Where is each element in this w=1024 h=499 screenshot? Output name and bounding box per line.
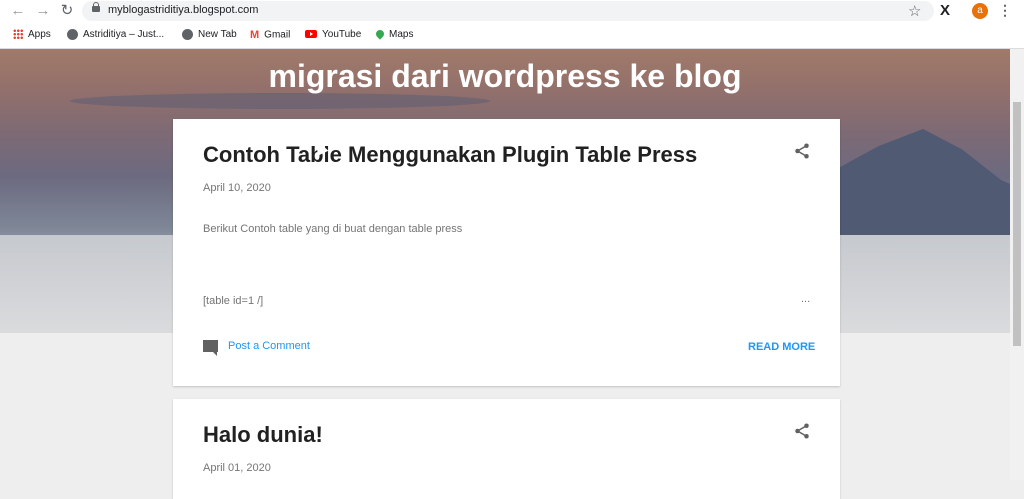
comment-label: Post a Comment — [228, 340, 310, 352]
post-shortcode: [table id=1 /] — [203, 295, 264, 307]
bookmark-label: Astriditiya – Just... — [83, 29, 165, 40]
share-icon[interactable] — [793, 422, 811, 440]
address-bar[interactable]: myblogastriditiya.blogspot.com — [82, 1, 934, 21]
reload-icon[interactable]: ↻ — [59, 3, 75, 19]
globe-icon — [182, 28, 193, 40]
bookmark-maps[interactable]: Maps — [374, 28, 414, 42]
blog-title[interactable]: migrasi dari wordpress ke blog — [0, 58, 1010, 95]
comment-icon — [203, 340, 218, 357]
scrollbar-thumb[interactable] — [1013, 102, 1021, 346]
browser-toolbar: ← → ↻ myblogastriditiya.blogspot.com ☆ X… — [0, 0, 1024, 22]
youtube-icon — [305, 30, 317, 39]
post-ellipsis: ... — [801, 293, 811, 305]
bookmark-gmail[interactable]: M Gmail — [250, 28, 290, 42]
extension-icon[interactable]: X — [940, 2, 950, 19]
share-icon[interactable] — [793, 142, 811, 160]
bookmark-label: Gmail — [264, 29, 291, 41]
post-comment-link[interactable]: Post a Comment — [203, 340, 310, 357]
bookmark-apps[interactable]: Apps — [13, 28, 51, 42]
bookmark-star-icon[interactable]: ☆ — [908, 2, 921, 20]
bookmark-label: Apps — [28, 29, 51, 40]
globe-icon — [67, 28, 78, 40]
post-card: Contoh Table Menggunakan Plugin Table Pr… — [173, 119, 840, 386]
post-date[interactable]: April 01, 2020 — [203, 462, 271, 474]
post-date[interactable]: April 10, 2020 — [203, 182, 271, 194]
bookmark-label: New Tab — [198, 29, 237, 40]
bookmark-astriditiya[interactable]: Astriditiya – Just... — [67, 28, 164, 42]
bookmark-youtube[interactable]: YouTube — [305, 28, 361, 42]
post-title[interactable]: Contoh Table Menggunakan Plugin Table Pr… — [203, 142, 697, 168]
browser-menu-icon[interactable]: ⋮ — [998, 2, 1012, 19]
avatar[interactable]: a — [972, 3, 988, 19]
forward-icon[interactable]: → — [35, 3, 51, 19]
read-more-link[interactable]: READ MORE — [748, 341, 815, 353]
maps-pin-icon — [374, 28, 386, 41]
lock-icon — [92, 2, 100, 12]
gmail-icon: M — [250, 29, 260, 41]
apps-grid-icon — [13, 29, 23, 40]
post-excerpt: Berikut Contoh table yang di buat dengan… — [203, 223, 463, 235]
bookmark-label: Maps — [389, 29, 414, 40]
bookmarks-bar: Apps Astriditiya – Just... New Tab M Gmai… — [0, 22, 1024, 49]
cloud-decoration — [70, 93, 490, 109]
back-icon[interactable]: ← — [10, 3, 26, 19]
post-title[interactable]: Halo dunia! — [203, 422, 323, 448]
bookmark-label: YouTube — [322, 29, 362, 40]
bookmark-new-tab[interactable]: New Tab — [182, 28, 237, 42]
url-text: myblogastriditiya.blogspot.com — [108, 4, 259, 16]
post-card: Halo dunia! April 01, 2020 — [173, 399, 840, 499]
